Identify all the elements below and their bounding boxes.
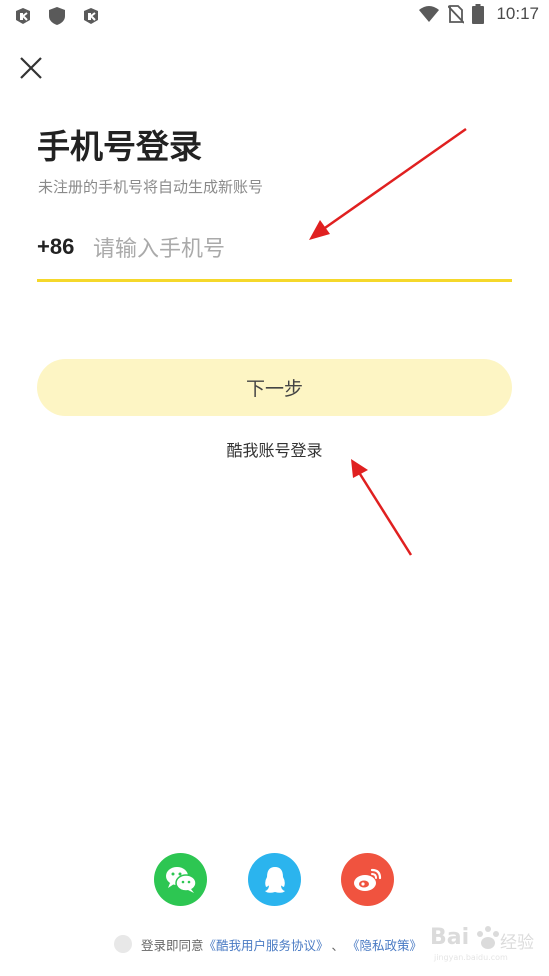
- annotation-arrow: [321, 127, 467, 232]
- clock: 10:17: [496, 4, 539, 23]
- agreement-row: 登录即同意 《酷我用户服务协议》 、 《隐私政策》: [114, 934, 422, 954]
- next-button[interactable]: 下一步: [37, 359, 512, 416]
- close-icon[interactable]: [18, 55, 44, 81]
- page-title: 手机号登录: [37, 127, 202, 166]
- kuwo-account-login-link[interactable]: 酷我账号登录: [0, 437, 549, 461]
- agreement-separator: 、: [331, 937, 345, 953]
- annotation-arrowhead: [351, 459, 368, 478]
- wifi-icon: [419, 6, 440, 22]
- wechat-login-button[interactable]: [154, 853, 207, 906]
- system-status: 10:17: [418, 4, 539, 24]
- weibo-icon: [353, 868, 381, 891]
- agreement-checkbox[interactable]: [114, 935, 132, 953]
- wechat-icon: [165, 866, 197, 893]
- country-code[interactable]: +86: [37, 234, 74, 260]
- qq-login-button[interactable]: [248, 853, 301, 906]
- agreement-prefix: 登录即同意: [141, 937, 204, 953]
- phone-input[interactable]: [93, 230, 503, 268]
- page-subtitle: 未注册的手机号将自动生成新账号: [38, 178, 264, 196]
- privacy-policy-link[interactable]: 《隐私政策》: [347, 935, 422, 954]
- game-icon: [84, 8, 98, 24]
- shield-icon: [49, 7, 65, 25]
- status-bar: 10:17: [0, 0, 549, 32]
- phone-field: +86: [37, 228, 512, 282]
- service-agreement-link[interactable]: 《酷我用户服务协议》: [204, 935, 329, 954]
- qq-icon: [264, 866, 285, 893]
- svg-text:Bai: Bai: [430, 925, 469, 950]
- svg-text:经验: 经验: [500, 933, 534, 953]
- battery-icon: [472, 4, 485, 24]
- no-sim-icon: [448, 5, 465, 24]
- baidu-jingyan-watermark: Bai 经验 jingyan.baidu.com: [430, 925, 534, 962]
- social-login-row: [0, 853, 549, 907]
- phone-underline: [37, 279, 512, 282]
- login-screen: 10:17 手机号登录 未注册的手机号将自动生成新账号 +86 下一步 酷我账号…: [0, 0, 549, 976]
- annotation-arrow: [358, 473, 413, 556]
- game-icon: [16, 8, 30, 24]
- weibo-login-button[interactable]: [341, 853, 394, 906]
- svg-text:jingyan.baidu.com: jingyan.baidu.com: [433, 953, 508, 962]
- notification-icons: [12, 5, 102, 27]
